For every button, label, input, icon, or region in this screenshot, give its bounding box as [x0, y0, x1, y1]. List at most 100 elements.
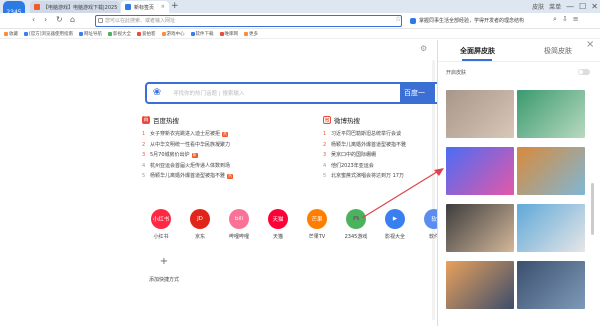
hot-rank: 2 — [323, 141, 327, 148]
navigation-icon — [79, 31, 84, 36]
plus-icon: + — [159, 256, 169, 267]
hot-item[interactable]: 5 杨颖华儿离婚外爆首道型被指不雅热 — [142, 171, 292, 182]
minimize-button[interactable]: — — [566, 2, 574, 11]
hot-text: 习近平同巴勒斯坦总统举行会谈 — [331, 131, 402, 137]
bookmark-games[interactable]: 游戏中心 — [161, 31, 185, 37]
tab-simple-skin[interactable]: 极简皮肤 — [544, 46, 572, 56]
shortcut-tile[interactable]: ▶ 影视大全 — [381, 209, 409, 240]
weiku-icon — [219, 31, 224, 36]
refresh-button[interactable]: ↻ — [56, 15, 63, 24]
hot-text: 5月70城房价出炉 — [150, 152, 190, 159]
weibo-icon: 微 — [323, 116, 331, 124]
add-shortcut-label: 添加快捷方式 — [148, 277, 179, 283]
shortcut-label: 天猫 — [272, 234, 283, 240]
bookmark-movies[interactable]: 影视大全 — [108, 31, 131, 37]
tab-fullscreen-skin[interactable]: 全面屏皮肤 — [460, 46, 495, 56]
shortcut-label: 影视大全 — [384, 234, 405, 240]
baidu-hot-header[interactable]: 百 百度热搜 — [142, 115, 292, 125]
page-settings-gear-icon[interactable]: ⚙ — [420, 44, 427, 53]
shortcut-icon: 🎮 — [346, 209, 366, 229]
bookmark-favorites[interactable]: 收藏 — [4, 31, 18, 37]
window-controls: 皮肤 菜单 — ☐ ✕ — [532, 0, 598, 13]
menu-button[interactable]: 菜单 — [549, 2, 561, 11]
hot-item[interactable]: 3 5月70城房价出炉新 — [142, 150, 292, 161]
search-button[interactable]: 百度一 — [400, 82, 435, 104]
favorites-icon — [4, 31, 8, 36]
bookmark-weiku[interactable]: 唯库网 — [219, 31, 238, 37]
new-tab-button[interactable]: + — [171, 1, 179, 11]
hot-item[interactable]: 1 女子穿新衣完跳进入迪士尼被拒热 — [142, 129, 292, 140]
close-icon[interactable]: × — [586, 39, 594, 50]
baidu-hot-items: 1 女子穿新衣完跳进入迪士尼被拒热 2 从中华文明统一性看中华民族凝聚力 3 5月70城房… — [142, 129, 292, 182]
tab-game-download[interactable]: 【电脑游戏】电脑游戏下载|2025 × — [30, 1, 120, 13]
hot-rank: 2 — [142, 141, 146, 148]
shortcut-icon: 芒果 — [307, 209, 327, 229]
skin-thumbnail-cat-sleeping[interactable] — [446, 90, 514, 138]
hot-rank: 1 — [323, 131, 327, 137]
hot-item[interactable]: 4 杭州亚运会首届火炬传递人体数到场 — [142, 161, 292, 172]
search-input[interactable]: ❀ 寻找你的热门话题 | 搜索输入 — [145, 82, 439, 104]
tab-label: 新标签页 — [134, 4, 155, 11]
search-icon[interactable]: ⌕ — [553, 15, 557, 24]
skin-toggle-switch[interactable] — [578, 69, 590, 75]
baidu-paw-icon: ❀ — [152, 87, 162, 98]
weibo-hot-title: 微博热搜 — [334, 117, 360, 125]
bookmark-star-icon[interactable]: ☆ — [395, 15, 401, 23]
movies-icon — [108, 31, 113, 36]
news-ticker[interactable]: 掌握同事生活全部经验，学得开发者的理念结构 — [410, 15, 548, 27]
hot-rank: 3 — [323, 152, 327, 159]
bookmark-software[interactable]: 软件下载 — [190, 31, 214, 37]
bookmark-navigation[interactable]: 网址导航 — [79, 31, 102, 37]
bookmark-aipai[interactable]: 爱拍客 — [137, 31, 156, 37]
baidu-hot-list: 百 百度热搜 1 女子穿新衣完跳进入迪士尼被拒热 2 从中华文明统一性看中华民族凝聚力… — [142, 115, 292, 182]
skin-thumbnail-mountain-valley[interactable] — [517, 261, 585, 309]
search-placeholder: 寻找你的热门话题 | 搜索输入 — [173, 91, 245, 97]
bookmark-more[interactable]: 更多 — [244, 31, 258, 37]
skin-panel-scrollbar[interactable] — [591, 183, 594, 235]
forward-button[interactable]: › — [44, 15, 47, 24]
shortcut-tile[interactable]: 芒果 芒果TV — [303, 209, 331, 240]
skin-thumbnail-white-dog[interactable] — [517, 204, 585, 252]
bookmark-guide[interactable]: [官方]浏览器使用指南 — [24, 31, 73, 37]
shortcut-tile[interactable]: JD 京东 — [186, 209, 214, 240]
skin-thumbnail-green-valley[interactable] — [517, 90, 585, 138]
address-placeholder: 您可以在此搜索、或者输入网址 — [105, 18, 176, 24]
hot-rank: 3 — [142, 152, 146, 159]
home-button[interactable]: ⌂ — [70, 15, 75, 24]
skin-thumbnail-colorful-swirl[interactable] — [446, 147, 514, 195]
shortcut-tile[interactable]: 天猫 天猫 — [264, 209, 292, 240]
news-icon — [410, 18, 416, 24]
hot-text: 女子穿新衣完跳进入迪士尼被拒 — [150, 131, 221, 137]
software-icon — [190, 31, 195, 36]
hot-rank: 1 — [142, 131, 146, 137]
skin-thumbnail-orange-cat[interactable] — [517, 147, 585, 195]
hot-badge: 新 — [191, 152, 198, 158]
games-icon — [161, 31, 166, 36]
download-icon[interactable]: ⇩ — [562, 15, 568, 24]
more-icon[interactable]: ≡ — [573, 15, 579, 24]
address-bar[interactable]: 您可以在此搜索、或者输入网址 — [95, 15, 402, 27]
tab-close-icon[interactable]: × — [161, 4, 165, 10]
hot-item[interactable]: 2 从中华文明统一性看中华民族凝聚力 — [142, 140, 292, 151]
skin-button[interactable]: 皮肤 — [532, 2, 544, 11]
baidu-hot-icon: 百 — [142, 116, 150, 124]
close-window-button[interactable]: ✕ — [591, 2, 598, 11]
shortcut-grid: 小红书 小红书 JD 京东 bili 哔哩哔哩 天猫 天猫 芒果 芒果TV 🎮 2345游戏 ▶ 影视大全… — [147, 209, 444, 249]
tab-new-tab[interactable]: 新标签页 × — [121, 1, 169, 13]
shortcut-tile[interactable]: 小红书 小红书 — [147, 209, 175, 240]
hot-rank: 4 — [323, 162, 327, 169]
hot-text: 杨颖华儿离婚外爆首道型被指不雅 — [150, 173, 226, 180]
news-text: 掌握同事生活全部经验，学得开发者的理念结构 — [419, 18, 525, 24]
maximize-button[interactable]: ☐ — [579, 2, 586, 11]
hot-rank: 5 — [142, 173, 146, 180]
shortcut-icon: ▶ — [385, 209, 405, 229]
shortcut-label: 哔哩哔哩 — [228, 234, 249, 240]
shortcut-tile[interactable]: 🎮 2345游戏 — [342, 209, 370, 240]
shortcut-tile[interactable]: bili 哔哩哔哩 — [225, 209, 253, 240]
back-button[interactable]: ‹ — [32, 15, 35, 24]
add-shortcut-button[interactable]: + 添加快捷方式 — [147, 252, 181, 283]
skin-thumbnail-mountain-sunset[interactable] — [446, 261, 514, 309]
title-bar: 【电脑游戏】电脑游戏下载|2025 × 新标签页 × + 皮肤 菜单 — ☐ ✕ — [0, 0, 600, 13]
skin-thumbnail-cat-window[interactable] — [446, 204, 514, 252]
active-tab-indicator — [462, 59, 492, 61]
